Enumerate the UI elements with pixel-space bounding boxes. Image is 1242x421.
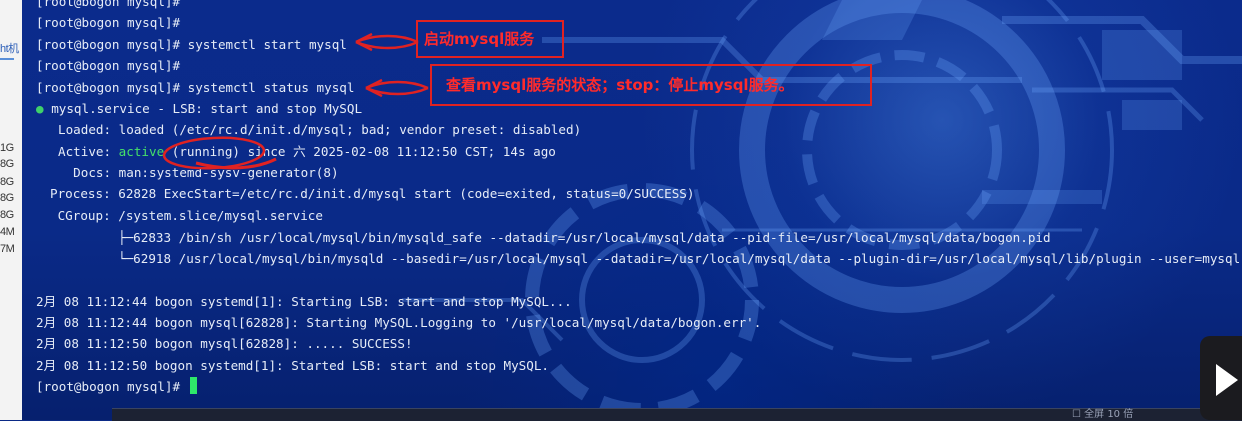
status-dot: ● (36, 101, 44, 116)
terminal-line: └─62918 /usr/local/mysql/bin/mysqld --ba… (118, 251, 1242, 266)
terminal-cursor (189, 377, 197, 394)
terminal-line: Process: 62828 ExecStart=/etc/rc.d/init.… (50, 186, 695, 201)
play-icon (1216, 364, 1238, 396)
sidebar-fragment: 8G (0, 209, 14, 221)
log-line: 2月 08 11:12:50 bogon mysql[62828]: .....… (36, 336, 413, 351)
prompt-text: [root@bogon mysql]# (36, 379, 188, 394)
start-annotation: 启动mysql服务 (416, 20, 564, 58)
active-label: Active: (58, 144, 119, 159)
status-arrow-icon (365, 78, 429, 98)
taskbar: ☐ 全屏 10 倍 (112, 408, 1242, 421)
terminal-line: [root@bogon mysql]# systemctl start mysq… (36, 37, 347, 52)
terminal-line: [root@bogon mysql]# (36, 58, 181, 73)
sidebar-fragment: 8G (0, 158, 14, 170)
terminal-text: mysql.service - LSB: start and stop MySQ… (51, 101, 363, 116)
log-line: 2月 08 11:12:44 bogon systemd[1]: Startin… (36, 294, 572, 309)
running-highlight-circle (162, 136, 277, 170)
log-line: 2月 08 11:12:44 bogon mysql[62828]: Start… (36, 315, 762, 330)
service-status-line: ● mysql.service - LSB: start and stop My… (36, 99, 362, 119)
sidebar-divider (0, 58, 14, 60)
sidebar-fragment: 1G (0, 142, 14, 154)
play-badge[interactable] (1200, 336, 1242, 420)
prompt-line[interactable]: [root@bogon mysql]# (36, 377, 197, 397)
terminal-line: [root@bogon mysql]# (36, 0, 181, 9)
terminal-line: [root@bogon mysql]# (36, 15, 181, 30)
sidebar-fragment: 7M (0, 243, 15, 255)
sidebar-strip: ht机 1G 8G 8G 8G 8G 4M 7M (0, 0, 23, 420)
terminal-line: Loaded: loaded (/etc/rc.d/init.d/mysql; … (58, 122, 582, 137)
sidebar-fragment: 4M (0, 226, 15, 238)
status-annotation: 查看mysql服务的状态；stop：停止mysql服务。 (430, 64, 872, 106)
active-line: Active: active (running) since 六 2025-02… (58, 142, 556, 162)
start-arrow-icon (355, 32, 419, 52)
terminal-line: ├─62833 /bin/sh /usr/local/mysql/bin/mys… (118, 230, 1051, 245)
terminal-line: [root@bogon mysql]# systemctl status mys… (36, 80, 355, 95)
sidebar-fragment: ht机 (0, 43, 19, 55)
sidebar-fragment: 8G (0, 176, 14, 188)
log-line: 2月 08 11:12:50 bogon systemd[1]: Started… (36, 358, 550, 373)
terminal-line: CGroup: /system.slice/mysql.service (50, 208, 323, 223)
taskbar-text: ☐ 全屏 10 倍 (1072, 409, 1134, 420)
terminal-window[interactable]: [root@bogon mysql]# [root@bogon mysql]# … (22, 0, 1242, 420)
sidebar-fragment: 8G (0, 192, 14, 204)
